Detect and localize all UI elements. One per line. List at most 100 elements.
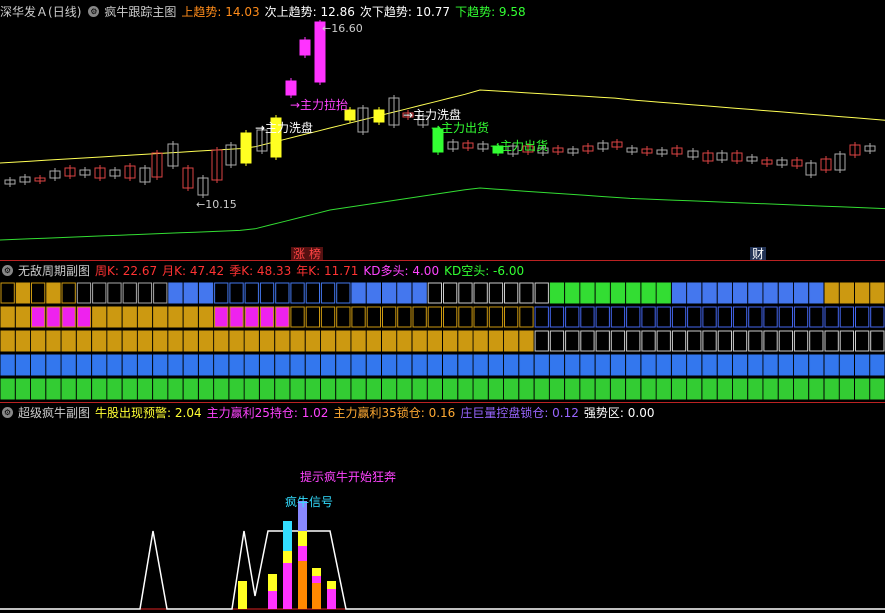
- period-cell-4-38: [580, 378, 595, 400]
- period-cell-4-56: [855, 378, 870, 400]
- period-cell-0-56: [855, 282, 870, 304]
- period-cell-1-20: [305, 306, 321, 328]
- period-cell-3-44: [671, 354, 687, 376]
- period-cell-3-37: [565, 354, 580, 376]
- period-cell-0-54: [824, 282, 839, 304]
- period-cell-3-31: [473, 354, 488, 376]
- period-cell-3-40: [610, 354, 626, 376]
- period-cell-3-7: [107, 354, 122, 376]
- period-cell-0-6: [92, 282, 107, 304]
- period-grid-svg: [0, 282, 885, 400]
- period-label[interactable]: (日线): [48, 3, 81, 20]
- period-cell-4-27: [412, 378, 427, 400]
- period-cell-2-4: [61, 330, 76, 352]
- period-cell-2-31: [473, 330, 488, 352]
- period-cell-1-49: [748, 306, 763, 328]
- period-cell-0-15: [229, 282, 244, 304]
- period-cell-1-41: [626, 306, 641, 328]
- period-cell-3-38: [580, 354, 595, 376]
- period-cell-3-56: [855, 354, 870, 376]
- period-cell-1-53: [809, 306, 824, 328]
- period-grid[interactable]: [0, 280, 885, 402]
- period-cell-4-12: [183, 378, 198, 400]
- price-annotation-0: →主力拉抬: [290, 97, 348, 112]
- period-settings-icon[interactable]: ⚙: [2, 264, 13, 276]
- period-cell-4-36: [549, 378, 565, 400]
- period-cell-0-35: [534, 282, 549, 304]
- period-cell-3-34: [519, 354, 534, 376]
- period-cell-1-18: [275, 306, 290, 328]
- period-cell-3-12: [183, 354, 198, 376]
- period-cell-4-22: [336, 378, 351, 400]
- period-cell-3-47: [717, 354, 733, 376]
- indicator-value-0: 周K: 22.67: [95, 263, 158, 278]
- period-cell-0-48: [732, 282, 748, 304]
- period-cell-3-42: [641, 354, 656, 376]
- candle-body-24: [373, 109, 385, 123]
- period-cell-1-5: [76, 306, 92, 328]
- period-cell-2-1: [15, 330, 31, 352]
- period-cell-2-25: [382, 330, 397, 352]
- badge-1: 榜: [309, 246, 321, 260]
- indicator-value-1: 月K: 47.42: [162, 263, 225, 278]
- period-cell-4-54: [824, 378, 839, 400]
- period-cell-4-10: [153, 378, 168, 400]
- candle-body-20: [299, 39, 311, 56]
- period-cell-0-16: [244, 282, 259, 304]
- bull-chart[interactable]: 提示疯牛开始狂奔 疯牛信号: [0, 421, 885, 613]
- period-cell-3-45: [687, 354, 702, 376]
- stock-name[interactable]: 深华发Ａ: [0, 3, 48, 20]
- period-cell-1-26: [397, 306, 412, 328]
- period-cell-2-40: [610, 330, 626, 352]
- period-cell-1-38: [580, 306, 595, 328]
- period-cell-0-47: [717, 282, 733, 304]
- period-cell-1-23: [351, 306, 366, 328]
- period-cell-2-24: [366, 330, 382, 352]
- period-cell-3-27: [412, 354, 427, 376]
- period-cell-1-0: [0, 306, 15, 328]
- period-cell-1-42: [641, 306, 656, 328]
- period-cell-4-19: [290, 378, 305, 400]
- period-cell-0-3: [46, 282, 61, 304]
- period-cell-1-4: [61, 306, 76, 328]
- period-cell-3-54: [824, 354, 839, 376]
- period-cell-3-10: [153, 354, 168, 376]
- period-cell-2-35: [534, 330, 549, 352]
- period-cell-0-12: [183, 282, 198, 304]
- period-cell-2-2: [31, 330, 46, 352]
- period-cell-2-21: [320, 330, 336, 352]
- indicator-value-2: 主力赢利35锁仓: 0.16: [333, 405, 456, 420]
- period-cell-0-57: [870, 282, 885, 304]
- period-cell-0-2: [31, 282, 46, 304]
- period-cell-1-21: [320, 306, 336, 328]
- bull-indicator-name[interactable]: 超级疯牛副图: [18, 404, 90, 421]
- indicator-settings-icon[interactable]: ⚙: [88, 5, 100, 17]
- bull-bar-12: [312, 583, 321, 609]
- period-cell-0-31: [473, 282, 488, 304]
- period-cell-2-17: [259, 330, 275, 352]
- period-cell-3-0: [0, 354, 15, 376]
- main-indicator-name[interactable]: 疯牛跟踪主图: [104, 3, 176, 20]
- period-cell-4-17: [259, 378, 275, 400]
- period-cell-0-21: [320, 282, 336, 304]
- period-cell-3-20: [305, 354, 321, 376]
- period-cell-2-57: [870, 330, 885, 352]
- period-cell-1-24: [366, 306, 382, 328]
- price-annotation-1: →主力洗盘: [255, 120, 313, 135]
- period-cell-4-28: [427, 378, 443, 400]
- period-cell-0-32: [488, 282, 504, 304]
- period-cell-3-33: [504, 354, 519, 376]
- period-indicator-name[interactable]: 无敌周期副图: [18, 262, 90, 279]
- period-cell-0-13: [198, 282, 214, 304]
- period-cell-0-42: [641, 282, 656, 304]
- period-cell-4-20: [305, 378, 321, 400]
- bull-bar-5: [283, 563, 292, 609]
- period-cell-2-20: [305, 330, 321, 352]
- period-cell-1-33: [504, 306, 519, 328]
- candle-body-16: [240, 132, 252, 164]
- period-cell-4-9: [137, 378, 153, 400]
- period-cell-3-11: [168, 354, 183, 376]
- bull-settings-icon[interactable]: ⚙: [2, 406, 13, 418]
- price-chart[interactable]: ←16.60 ←10.15 →主力拉抬 →主力洗盘 →主力洗盘 →主力出货 →主力出货涨榜财: [0, 20, 885, 260]
- period-cell-2-30: [458, 330, 473, 352]
